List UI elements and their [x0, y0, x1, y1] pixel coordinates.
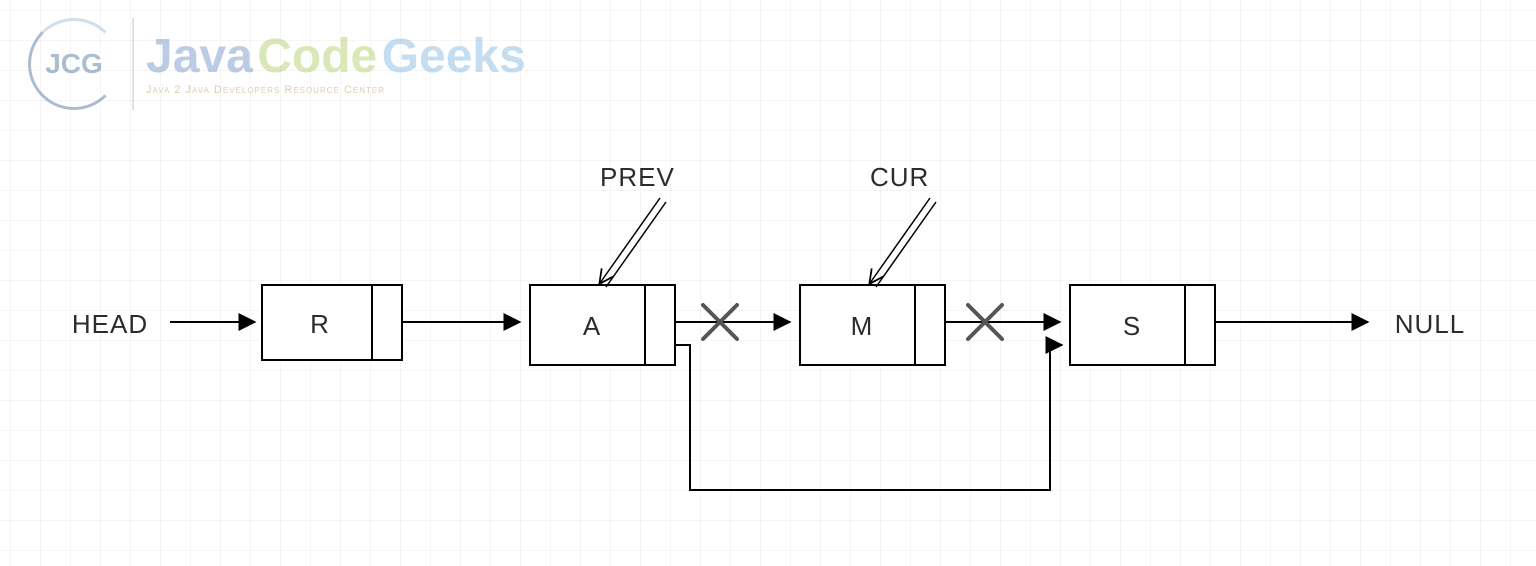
node-r: R	[262, 285, 402, 360]
prev-pointer-icon	[600, 198, 666, 287]
cur-label: CUR	[870, 162, 929, 192]
prev-label: PREV	[600, 162, 675, 192]
node-a-value: A	[583, 311, 601, 341]
node-s: S	[1070, 285, 1215, 365]
node-r-value: R	[310, 309, 330, 339]
node-m: M	[800, 285, 945, 365]
node-s-value: S	[1123, 311, 1141, 341]
null-label: NULL	[1395, 309, 1465, 339]
arrow-bypass-a-to-s	[675, 345, 1062, 490]
cur-pointer-icon	[870, 198, 936, 287]
node-m-value: M	[851, 311, 874, 341]
head-label: HEAD	[72, 309, 148, 339]
node-a: A	[530, 285, 675, 365]
linked-list-diagram: HEAD R A PREV M CUR	[0, 0, 1536, 566]
